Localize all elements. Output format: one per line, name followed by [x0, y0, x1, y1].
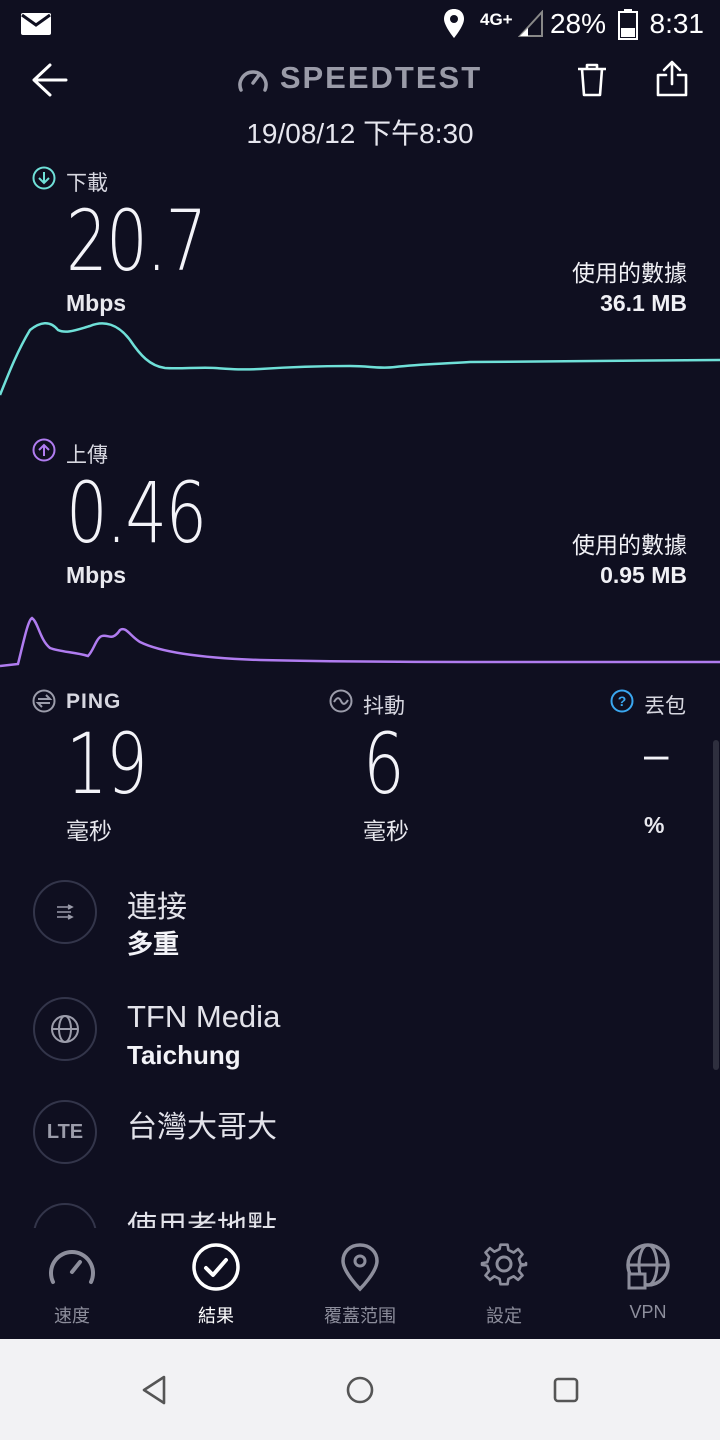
- ping-icon: [32, 689, 56, 713]
- ping-label: PING: [66, 690, 122, 713]
- tab-coverage[interactable]: 覆蓋范围: [288, 1228, 432, 1338]
- status-bar: 4G+ 28% 8:31: [0, 0, 720, 52]
- speedometer-icon: [49, 1250, 95, 1284]
- server-icon: [33, 997, 97, 1061]
- svg-text:?: ?: [618, 693, 627, 709]
- mail-icon: [21, 13, 51, 35]
- trash-icon[interactable]: [575, 62, 609, 98]
- tab-vpn-label: VPN: [629, 1302, 667, 1322]
- upload-data-used: 使用的數據 0.95 MB: [572, 530, 687, 590]
- loss-value: –: [644, 730, 669, 779]
- upload-unit: Mbps: [66, 562, 127, 588]
- ping-unit: 毫秒: [66, 818, 112, 844]
- user-location-icon: [33, 1203, 97, 1228]
- location-pin-icon: [444, 9, 464, 38]
- download-arrow-icon: [32, 166, 56, 190]
- system-home-icon[interactable]: [345, 1375, 375, 1405]
- upload-data-label: 使用的數據: [572, 532, 687, 558]
- tab-coverage-label: 覆蓋范围: [324, 1306, 396, 1326]
- loss-label: 丟包: [644, 695, 686, 718]
- server-name[interactable]: TFN Media: [127, 999, 280, 1035]
- jitter-icon: [329, 689, 353, 713]
- location-label: 使用者地點: [127, 1211, 277, 1228]
- connection-icon: [33, 880, 97, 944]
- map-pin-icon: [341, 1243, 379, 1292]
- globe-icon: [51, 1015, 79, 1043]
- tab-results[interactable]: 結果: [144, 1228, 288, 1338]
- upload-data-value: 0.95 MB: [600, 562, 687, 588]
- tab-vpn[interactable]: VPN: [576, 1228, 720, 1338]
- location-row: 使用者地點: [0, 1200, 720, 1228]
- multi-connection-icon: [57, 904, 74, 920]
- download-data-label: 使用的數據: [572, 260, 687, 286]
- vpn-globe-lock-icon: [626, 1243, 670, 1290]
- page-title: SPEEDTEST: [279, 60, 483, 95]
- network-type-label: 4G+: [480, 10, 513, 29]
- bottom-nav: 速度 結果 覆蓋范围 設定 VPN: [0, 1228, 720, 1338]
- system-nav-bar: [0, 1339, 720, 1440]
- battery-icon: [618, 9, 638, 40]
- ping-value: 19: [66, 715, 148, 813]
- test-date: 19/08/12 下午8:30: [246, 118, 474, 149]
- upload-arrow-icon: [32, 438, 56, 462]
- system-back-icon[interactable]: [140, 1374, 170, 1406]
- jitter-value: 6: [363, 715, 405, 813]
- check-circle-icon: [192, 1243, 240, 1291]
- tab-speed[interactable]: 速度: [0, 1228, 144, 1338]
- tab-settings-label: 設定: [486, 1306, 522, 1326]
- upload-graph: [0, 616, 720, 668]
- download-graph: [0, 322, 720, 396]
- connection-label: 連接: [127, 891, 187, 924]
- battery-percent: 28%: [549, 8, 606, 39]
- provider-name: 台灣大哥大: [127, 1111, 277, 1144]
- signal-icon: [518, 10, 543, 37]
- clock: 8:31: [649, 8, 705, 39]
- gear-icon: [480, 1243, 528, 1286]
- server-city: Taichung: [127, 1040, 241, 1070]
- loss-unit: %: [644, 812, 665, 838]
- scrollbar[interactable]: [713, 740, 719, 1070]
- connection-value: 多重: [127, 929, 180, 959]
- share-icon[interactable]: [654, 60, 690, 98]
- upload-value: 0.46: [66, 464, 207, 562]
- lte-icon-text: LTE: [46, 1120, 84, 1143]
- help-icon[interactable]: ?: [610, 689, 634, 713]
- tab-results-label: 結果: [198, 1306, 234, 1326]
- lte-icon: LTE: [33, 1100, 97, 1164]
- download-value: 20.7: [66, 192, 207, 290]
- system-recents-icon[interactable]: [552, 1376, 580, 1404]
- jitter-unit: 毫秒: [363, 818, 409, 844]
- tab-settings[interactable]: 設定: [432, 1228, 576, 1338]
- tab-speed-label: 速度: [54, 1306, 90, 1326]
